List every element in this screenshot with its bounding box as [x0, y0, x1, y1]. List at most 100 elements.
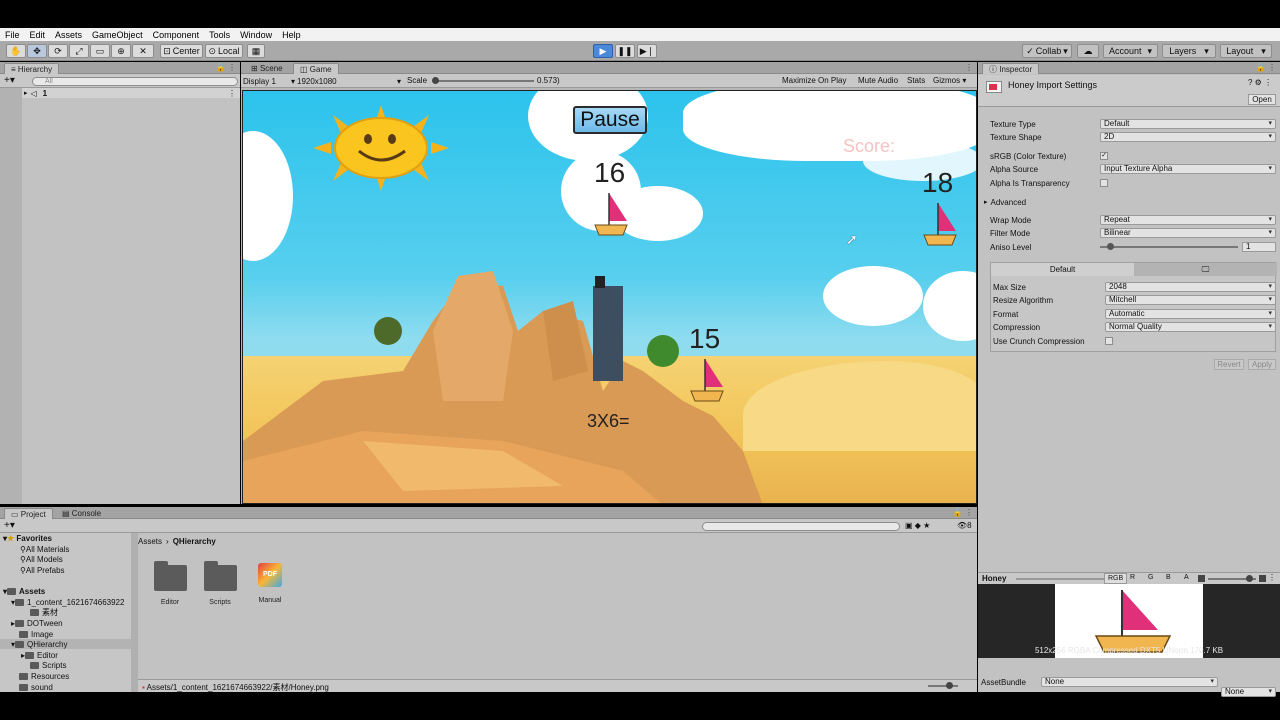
texture-shape-dropdown[interactable]: 2D — [1100, 132, 1276, 142]
crunch-checkbox[interactable] — [1105, 337, 1113, 345]
add-button[interactable]: +▾ — [4, 75, 15, 86]
display-dropdown[interactable]: Display 1 ▾ — [243, 75, 295, 87]
tree-folder-dotween[interactable]: ▸ DOTween — [11, 618, 63, 628]
layers-dropdown[interactable]: Layers ▾ — [1162, 44, 1216, 58]
mute-audio-toggle[interactable]: Mute Audio — [858, 76, 898, 85]
menu-edit[interactable]: Edit — [25, 30, 51, 40]
panel-menu-icon[interactable]: 🔒 ⋮ — [1256, 63, 1276, 72]
icon-size-slider[interactable] — [928, 685, 958, 687]
panel-menu-icon[interactable]: 🔒 ⋮ — [953, 508, 973, 517]
icon-size-slider-thumb[interactable] — [946, 682, 953, 689]
space-local-button[interactable]: ⊙ Local — [205, 44, 243, 58]
channel-rgb-button[interactable]: RGB — [1104, 573, 1128, 584]
game-viewport[interactable]: Pause Score: 2 16 18 15 3X6= ➚ — [242, 90, 977, 504]
sailboat-icon[interactable] — [689, 357, 725, 405]
revert-button[interactable]: Revert — [1214, 359, 1244, 370]
rotate-tool-button[interactable]: ⟳ — [48, 44, 68, 58]
menu-tools[interactable]: Tools — [204, 30, 235, 40]
tree-folder-image[interactable]: Image — [19, 629, 53, 639]
stats-toggle[interactable]: Stats — [907, 76, 925, 85]
snap-button[interactable]: ▦ — [247, 44, 265, 58]
menu-assets[interactable]: Assets — [50, 30, 87, 40]
account-dropdown[interactable]: Account ▾ — [1103, 44, 1158, 58]
aniso-slider-thumb[interactable] — [1107, 243, 1114, 250]
alpha-transparency-checkbox[interactable] — [1100, 179, 1108, 187]
move-tool-button[interactable]: ✥ — [27, 44, 47, 58]
max-size-dropdown[interactable]: 2048 — [1105, 282, 1276, 292]
assetbundle-variant-dropdown[interactable]: None — [1221, 687, 1276, 697]
pivot-center-button[interactable]: ⊡ Center — [160, 44, 203, 58]
scale-slider-thumb[interactable] — [432, 77, 439, 84]
asset-folder-scripts[interactable]: Scripts — [200, 561, 240, 606]
platform-tab-default[interactable]: Default — [991, 263, 1134, 276]
scale-slider[interactable] — [434, 80, 534, 82]
channel-g-button[interactable]: G — [1148, 574, 1153, 581]
assets-foldout[interactable]: ▾ Assets — [3, 586, 45, 596]
mip-slider-thumb[interactable] — [1246, 575, 1253, 582]
panel-menu-icon[interactable]: ⋮ — [965, 63, 973, 72]
tab-game[interactable]: ◫ Game — [293, 63, 339, 74]
channel-a-button[interactable]: A — [1184, 574, 1189, 581]
menu-gameobject[interactable]: GameObject — [87, 30, 148, 40]
scale-tool-button[interactable]: ⤢ — [69, 44, 89, 58]
resize-algorithm-dropdown[interactable]: Mitchell — [1105, 295, 1276, 305]
tab-scene[interactable]: ⊞ Scene — [245, 63, 289, 74]
breadcrumb-assets[interactable]: Assets — [138, 537, 162, 546]
menu-component[interactable]: Component — [148, 30, 205, 40]
breadcrumb-qhierarchy[interactable]: QHierarchy — [173, 537, 216, 546]
panel-menu-icon[interactable]: 🔒 ⋮ — [216, 63, 236, 72]
favorite-all-prefabs[interactable]: ⚲ All Prefabs — [20, 565, 65, 575]
open-button[interactable]: Open — [1248, 94, 1276, 105]
preview-resize-bar[interactable] — [1016, 578, 1108, 580]
more-icon[interactable]: ⋮ — [1268, 573, 1276, 582]
tab-console[interactable]: ▤ Console — [56, 508, 107, 519]
menu-file[interactable]: File — [0, 30, 25, 40]
tree-folder-content[interactable]: ▾ 1_content_1621674663922 — [11, 597, 124, 607]
tab-inspector[interactable]: ⓘ Inspector — [982, 63, 1040, 74]
project-search-input[interactable] — [702, 522, 900, 531]
apply-button[interactable]: Apply — [1248, 359, 1276, 370]
help-settings-icons[interactable]: ? ⚙ ⋮ — [1248, 78, 1272, 87]
format-dropdown[interactable]: Automatic — [1105, 309, 1276, 319]
asset-pdf-manual[interactable]: PDF Manual — [250, 563, 290, 604]
filter-mode-dropdown[interactable]: Bilinear — [1100, 228, 1276, 238]
tab-hierarchy[interactable]: ≡ Hierarchy — [4, 63, 60, 74]
rect-tool-button[interactable]: ▭ — [90, 44, 110, 58]
aniso-slider[interactable]: 1 — [1100, 242, 1276, 252]
resolution-dropdown[interactable]: 1920x1080 ▾ — [297, 75, 401, 87]
menu-help[interactable]: Help — [277, 30, 306, 40]
create-button[interactable]: +▾ — [4, 520, 15, 531]
advanced-foldout[interactable]: ▸ Advanced — [984, 196, 1276, 208]
tab-project[interactable]: ▭ Project — [4, 508, 53, 519]
tree-folder-editor[interactable]: ▸ Editor — [21, 650, 58, 660]
gizmos-dropdown[interactable]: Gizmos ▾ — [933, 76, 966, 85]
cloud-button[interactable]: ☁ — [1077, 44, 1099, 58]
layout-dropdown[interactable]: Layout ▾ — [1220, 44, 1272, 58]
favorite-all-models[interactable]: ⚲ All Models — [20, 554, 63, 564]
pause-game-button[interactable]: Pause — [573, 106, 647, 134]
pause-button[interactable]: ❚❚ — [615, 44, 635, 58]
hand-tool-button[interactable]: ✋ — [6, 44, 26, 58]
compression-dropdown[interactable]: Normal Quality — [1105, 322, 1276, 332]
favorite-all-materials[interactable]: ⚲ All Materials — [20, 544, 69, 554]
tree-folder-sucai[interactable]: 素材 — [30, 607, 58, 617]
custom-tool-button[interactable]: ✕ — [132, 44, 154, 58]
step-button[interactable]: ▶❘ — [637, 44, 657, 58]
hierarchy-item-scene[interactable]: ▸ ◁ 1 ⋮ — [22, 88, 240, 98]
hidden-count[interactable]: 👁8 — [957, 521, 972, 530]
tree-folder-sound[interactable]: sound — [19, 682, 53, 692]
platform-tab-standalone[interactable]: 🖵 — [1134, 263, 1277, 276]
tree-folder-scripts[interactable]: Scripts — [30, 660, 66, 670]
tree-folder-qhierarchy[interactable]: ▾ QHierarchy — [0, 639, 131, 649]
asset-folder-editor[interactable]: Editor — [150, 561, 190, 606]
play-button[interactable]: ▶ — [593, 44, 613, 58]
hierarchy-search-input[interactable]: All — [32, 77, 238, 86]
filter-icons[interactable]: ▣ ◆ ★ — [905, 521, 930, 530]
aniso-value-field[interactable]: 1 — [1242, 242, 1276, 252]
favorites-foldout[interactable]: ▾ ★ Favorites — [3, 533, 52, 543]
srgb-checkbox[interactable]: ✓ — [1100, 152, 1108, 160]
assetbundle-dropdown[interactable]: None — [1041, 677, 1218, 687]
transform-tool-button[interactable]: ⊕ — [111, 44, 131, 58]
more-icon[interactable]: ⋮ — [228, 89, 236, 98]
tree-folder-resources[interactable]: Resources — [19, 671, 69, 681]
